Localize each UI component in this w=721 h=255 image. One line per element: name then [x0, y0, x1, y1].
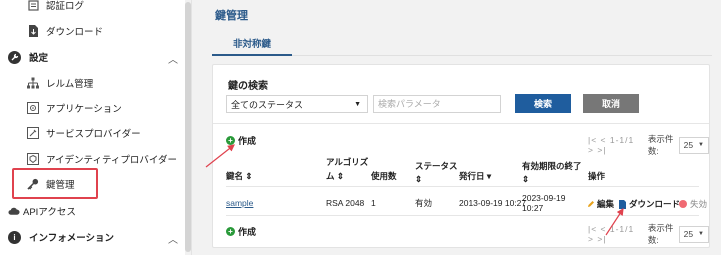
sidebar-item-label: 認証ログ [46, 1, 85, 12]
sidebar-item-download[interactable]: ダウンロード [27, 20, 103, 42]
caret-down-icon: ▼ [354, 100, 361, 108]
key-panel: 鍵の検索 全てのステータス ▼ 検索 取消 + 作成 |< < 1-1/1 > … [212, 64, 710, 248]
status-filter-value: 全てのステータス [231, 99, 304, 110]
sidebar-item-label: アイデンティティプロバイダー [46, 155, 178, 166]
create-button-top[interactable]: + 作成 [226, 134, 256, 147]
pager-nav[interactable]: |< < 1-1/1 > >| [588, 224, 640, 244]
cell-usage: 1 [371, 198, 376, 208]
download-label: ダウンロード [629, 199, 681, 209]
per-page-value: 25 [683, 140, 694, 150]
sidebar-item-label: サービスプロバイダー [46, 129, 141, 140]
sidebar-item-auth-log[interactable]: 認証ログ [27, 0, 84, 16]
pager-bottom: |< < 1-1/1 > >| 表示件数: 25 ▼ [588, 222, 709, 246]
tab-bar: 非対称鍵 [212, 32, 712, 56]
service-provider-icon [27, 127, 39, 139]
cancel-button[interactable]: 取消 [583, 94, 639, 113]
identity-provider-icon [27, 153, 39, 165]
sidebar-item-label: アプリケーション [46, 104, 122, 115]
main-content: 鍵管理 非対称鍵 鍵の検索 全てのステータス ▼ 検索 取消 + 作成 |< <… [192, 0, 721, 255]
sidebar-section-label: APIアクセス [23, 207, 76, 218]
per-page-value: 25 [683, 229, 694, 239]
column-header-line: ⇕ [415, 174, 423, 184]
search-section-title: 鍵の検索 [228, 81, 268, 92]
settings-icon [8, 50, 21, 64]
column-header-line: ステータス [415, 161, 458, 171]
row-divider [226, 215, 699, 216]
column-header-usage: 使用数 [371, 171, 397, 181]
per-page-label: 表示件数: [647, 134, 674, 156]
column-header-expiry[interactable]: 有効期限の終了 ⇕ [522, 161, 582, 185]
disable-button[interactable]: 失効 [679, 198, 707, 210]
column-header-line: 有効期限の終了 [522, 161, 582, 171]
cell-expiry-date: 2023-09-19 [522, 193, 566, 203]
sidebar-item-realm[interactable]: レルム管理 [27, 72, 93, 94]
column-header-issued[interactable]: 発行日 ▾ [459, 171, 491, 182]
sidebar-item-label: レルム管理 [46, 79, 94, 90]
sidebar-item-service-provider[interactable]: サービスプロバイダー [27, 122, 141, 144]
sidebar-item-label: ダウンロード [46, 27, 104, 38]
create-button-bottom[interactable]: + 作成 [226, 225, 256, 238]
column-header-line: アルゴリズ [326, 157, 369, 167]
file-download-icon [619, 199, 626, 209]
status-filter-select[interactable]: 全てのステータス ▼ [226, 95, 368, 113]
sidebar-section-label: インフォメーション [29, 233, 115, 244]
add-icon: + [226, 227, 235, 236]
column-header-line: ⇕ [522, 174, 530, 184]
create-label: 作成 [238, 136, 257, 146]
realm-icon [27, 77, 39, 89]
per-page-select[interactable]: 25 ▼ [678, 225, 709, 243]
info-icon: i [8, 230, 21, 244]
download-icon [27, 25, 39, 37]
sidebar-section-settings[interactable]: 設定 [8, 46, 48, 68]
per-page-select[interactable]: 25 ▼ [678, 136, 709, 154]
tab-asymmetric-key[interactable]: 非対称鍵 [212, 32, 292, 56]
disable-dot-icon [679, 200, 687, 208]
sidebar: 認証ログ ダウンロード 設定 ︿ レルム管理 アプリケーション サービスプロバイ… [0, 0, 192, 255]
sidebar-section-information[interactable]: i インフォメーション [8, 226, 114, 248]
chevron-up-icon[interactable]: ︿ [168, 231, 178, 246]
pencil-icon [588, 201, 594, 207]
header-divider [226, 186, 699, 187]
sidebar-scrollbar-thumb[interactable] [185, 2, 191, 252]
column-header-name[interactable]: 鍵名 ⇕ [226, 171, 252, 182]
divider [213, 123, 709, 124]
download-button[interactable]: ダウンロード [619, 198, 680, 210]
disable-label: 失効 [690, 199, 708, 209]
edit-button[interactable]: 編集 [587, 198, 614, 210]
pager-nav[interactable]: |< < 1-1/1 > >| [588, 135, 640, 155]
application-icon [27, 102, 39, 114]
sidebar-item-application[interactable]: アプリケーション [27, 97, 122, 119]
cloud-icon [8, 205, 20, 217]
column-header-line: ム ⇕ [326, 171, 344, 181]
search-input[interactable] [373, 95, 501, 113]
column-header-actions: 操作 [588, 171, 606, 181]
cell-issued: 2013-09-19 10:27 [459, 198, 527, 208]
key-name-link[interactable]: sample [226, 198, 253, 208]
edit-label: 編集 [597, 199, 615, 209]
per-page-label: 表示件数: [647, 223, 674, 245]
pager-top: |< < 1-1/1 > >| 表示件数: 25 ▼ [588, 133, 709, 157]
sidebar-section-label: 設定 [29, 53, 49, 64]
page-title: 鍵管理 [215, 10, 248, 22]
column-header-status[interactable]: ステータス ⇕ [415, 161, 458, 185]
add-icon: + [226, 136, 235, 145]
caret-down-icon: ▼ [698, 142, 704, 148]
log-icon [27, 0, 39, 11]
cell-expiry: 2023-09-19 10:27 [522, 193, 565, 213]
cell-expiry-time: 10:27 [522, 203, 544, 213]
chevron-up-icon[interactable]: ︿ [168, 51, 178, 66]
create-label: 作成 [238, 227, 257, 237]
cell-algorithm: RSA 2048 [326, 198, 365, 208]
column-header-algorithm[interactable]: アルゴリズ ム ⇕ [326, 157, 368, 182]
sidebar-item-identity-provider[interactable]: アイデンティティプロバイダー [27, 148, 177, 170]
cell-status: 有効 [415, 198, 433, 208]
sidebar-section-api-access[interactable]: APIアクセス [8, 200, 76, 222]
caret-down-icon: ▼ [698, 231, 704, 237]
selected-item-highlight [12, 168, 98, 199]
search-button[interactable]: 検索 [515, 94, 571, 113]
